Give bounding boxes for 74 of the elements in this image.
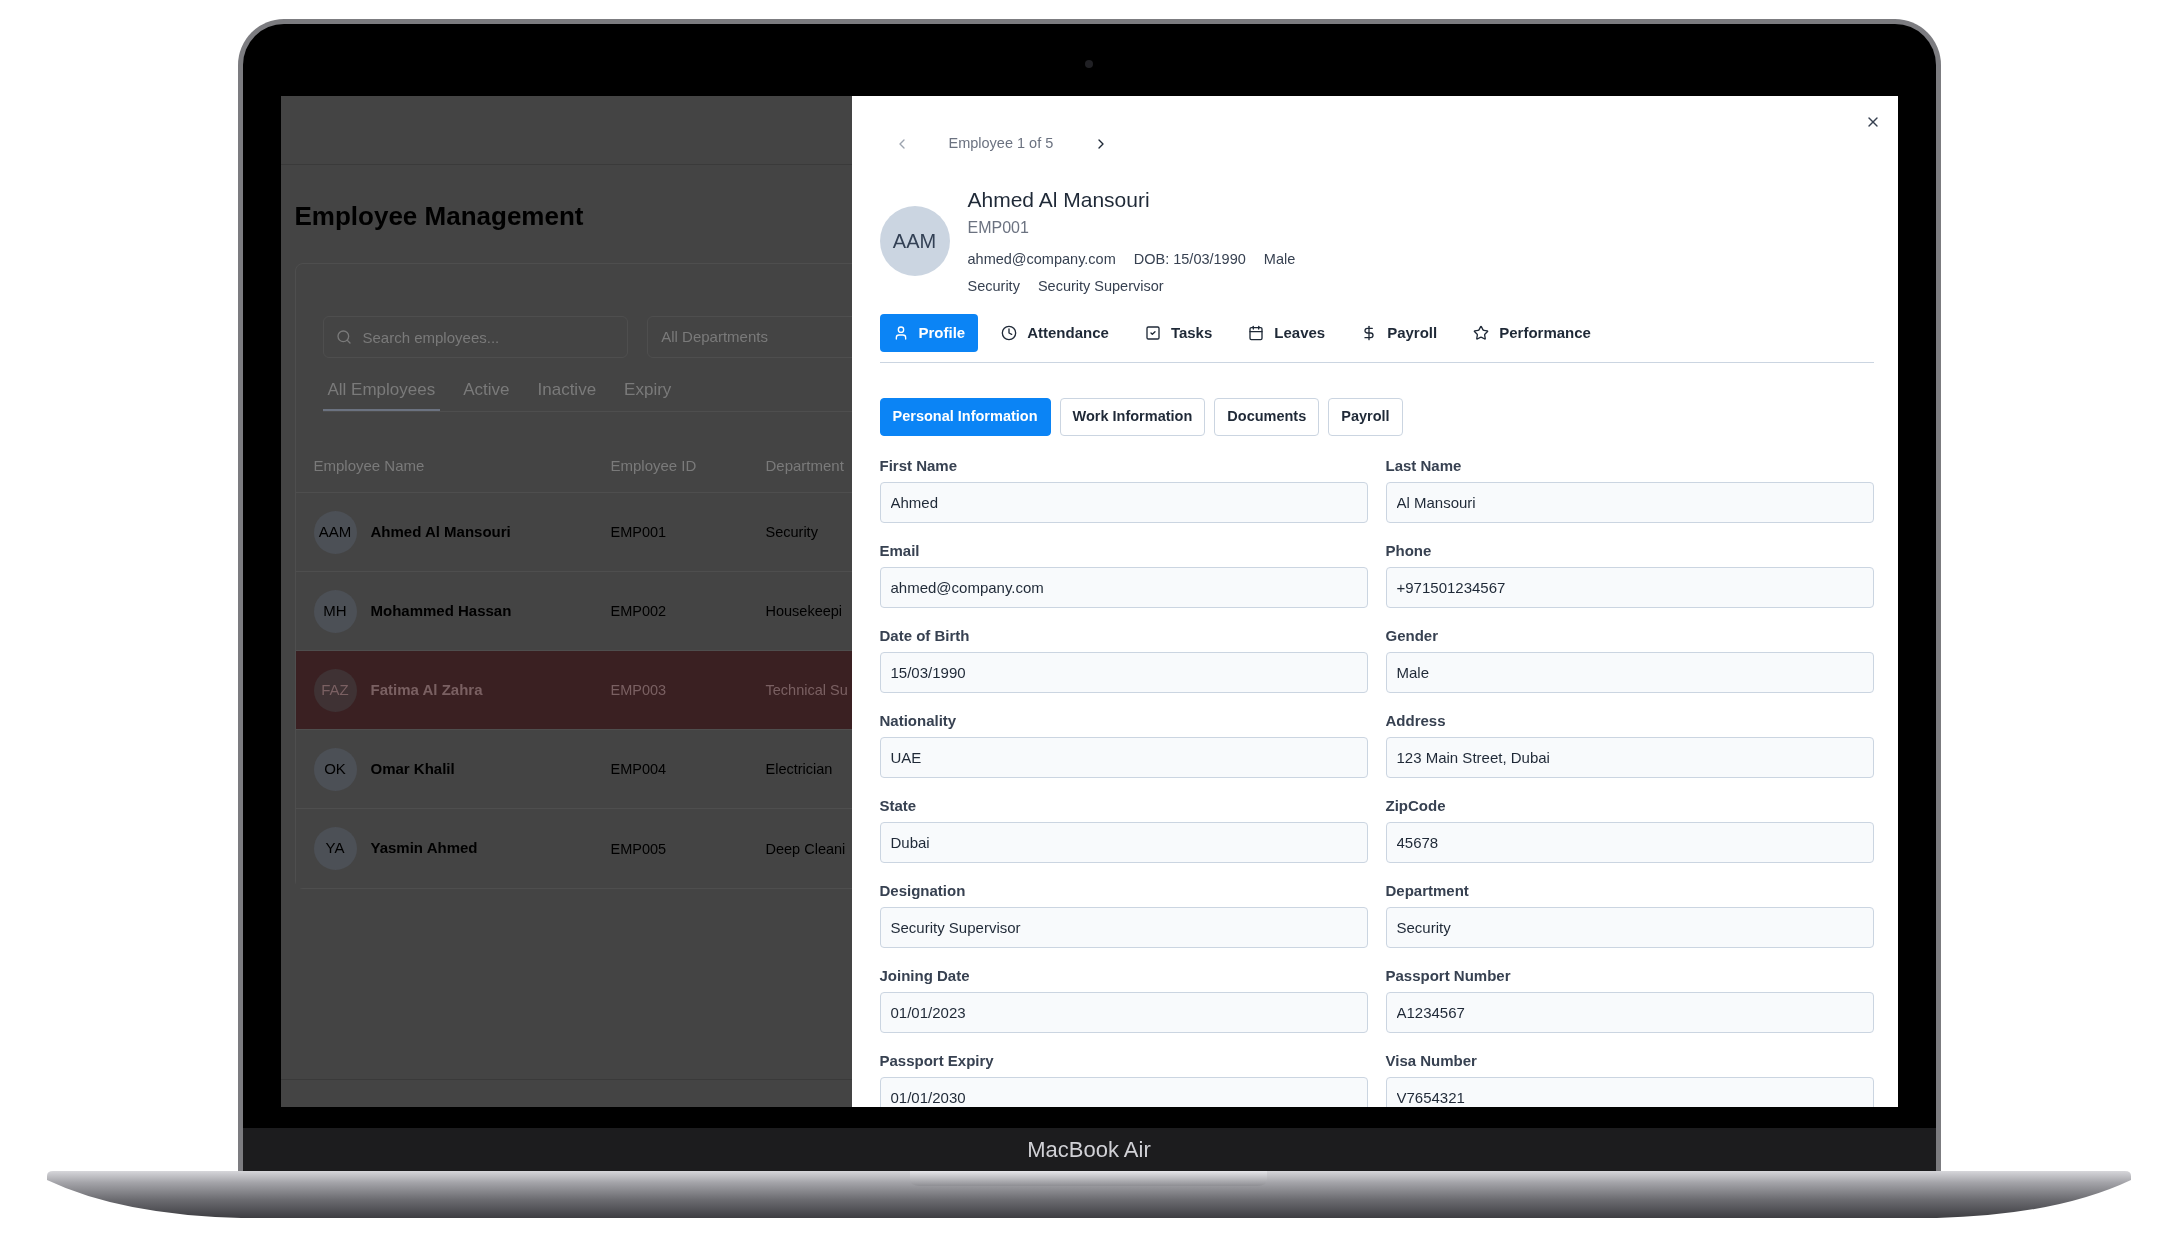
input-field[interactable]: 15/03/1990 [879, 652, 1368, 693]
initials-avatar: YA [313, 827, 357, 870]
calendar-icon [1248, 325, 1265, 341]
field-label: Passport Number [1385, 966, 1511, 986]
employee-name-text: Fatima Al Zahra [370, 679, 483, 700]
profile-tab[interactable]: Profile [879, 314, 979, 352]
initials-avatar: MH [313, 589, 357, 633]
initials-avatar: AAM [313, 510, 357, 554]
field-label: Visa Number [1385, 1051, 1477, 1071]
page-title: Employee Management [294, 200, 584, 232]
camera-icon [1085, 60, 1093, 68]
employee-name-text: Yasmin Ahmed [370, 838, 478, 859]
star-icon [1473, 325, 1490, 341]
device-label: MacBook Air [1027, 1136, 1151, 1164]
field-label: Address [1385, 711, 1446, 731]
employee-id: EMP001 [967, 218, 1029, 238]
initials-avatar: OK [313, 747, 357, 791]
input-field[interactable]: UAE [879, 737, 1368, 778]
profile-role-text: Security Supervisor [1037, 277, 1164, 296]
input-field[interactable]: Security Supervisor [879, 907, 1368, 948]
input-field[interactable]: 01/01/2030 [879, 1077, 1368, 1107]
input-field[interactable]: A1234567 [1385, 992, 1874, 1033]
input-field[interactable]: Al Mansouri [1385, 482, 1874, 523]
department-text: Housekeepi [765, 603, 843, 619]
field-label: Department [1385, 881, 1469, 901]
department-text: Deep Cleani [765, 840, 846, 857]
employee-counter: Employee 1 of 5 [948, 134, 1054, 154]
field-label: Nationality [879, 711, 957, 731]
input-field[interactable]: 45678 [1385, 822, 1874, 863]
profile-role-text: Security [967, 277, 1020, 296]
section-tab[interactable]: Payroll [1328, 398, 1403, 436]
input-field[interactable]: 123 Main Street, Dubai [1385, 737, 1874, 778]
clock-icon [1001, 325, 1018, 341]
input-field[interactable]: 01/01/2023 [879, 992, 1368, 1033]
section-tab[interactable]: Work Information [1059, 398, 1206, 436]
field-label: Date of Birth [879, 626, 970, 646]
field-label: ZipCode [1385, 796, 1446, 816]
employee-name-text: Ahmed Al Mansouri [370, 521, 511, 542]
search-icon [335, 329, 352, 345]
profile-detail: ahmed@company.com [967, 250, 1116, 269]
employee-name-text: Omar Khalil [370, 758, 455, 779]
input-field[interactable]: Security [1385, 907, 1874, 948]
input-field[interactable]: Ahmed [879, 482, 1368, 523]
field-label: Gender [1385, 626, 1438, 646]
employee-id-text: EMP001 [610, 524, 667, 540]
input-field[interactable]: V7654321 [1385, 1077, 1874, 1107]
profile-detail: Male [1263, 250, 1296, 269]
input-field[interactable]: ahmed@company.com [879, 567, 1368, 608]
field-label: Phone [1385, 541, 1432, 561]
checkbox-icon [1144, 325, 1161, 341]
employee-id-text: EMP004 [610, 761, 667, 777]
section-tab[interactable]: Personal Information [879, 398, 1051, 436]
section-tab[interactable]: Documents [1214, 398, 1320, 436]
input-field[interactable]: Dubai [879, 822, 1368, 863]
field-label: Email [879, 541, 920, 561]
profile-detail: DOB: 15/03/1990 [1133, 250, 1246, 269]
initials-avatar: AAM [879, 206, 950, 276]
employee-id-text: EMP002 [610, 603, 667, 619]
employee-name-text: Mohammed Hassan [370, 600, 512, 621]
employee-name: Ahmed Al Mansouri [967, 187, 1150, 213]
input-field[interactable]: +971501234567 [1385, 567, 1874, 608]
field-label: Passport Expiry [879, 1051, 994, 1071]
field-label: First Name [879, 456, 958, 476]
field-label: Last Name [1385, 456, 1462, 476]
field-label: Designation [879, 881, 966, 901]
employee-id-text: EMP005 [610, 840, 667, 857]
department-text: Technical Su [765, 682, 848, 698]
input-field[interactable]: Male [1385, 652, 1874, 693]
employee-id-text: EMP003 [610, 682, 667, 698]
field-label: State [879, 796, 917, 816]
field-label: Joining Date [879, 966, 970, 986]
department-text: Electrician [765, 761, 833, 777]
initials-avatar: FAZ [313, 668, 357, 712]
department-text: Security [765, 524, 818, 540]
